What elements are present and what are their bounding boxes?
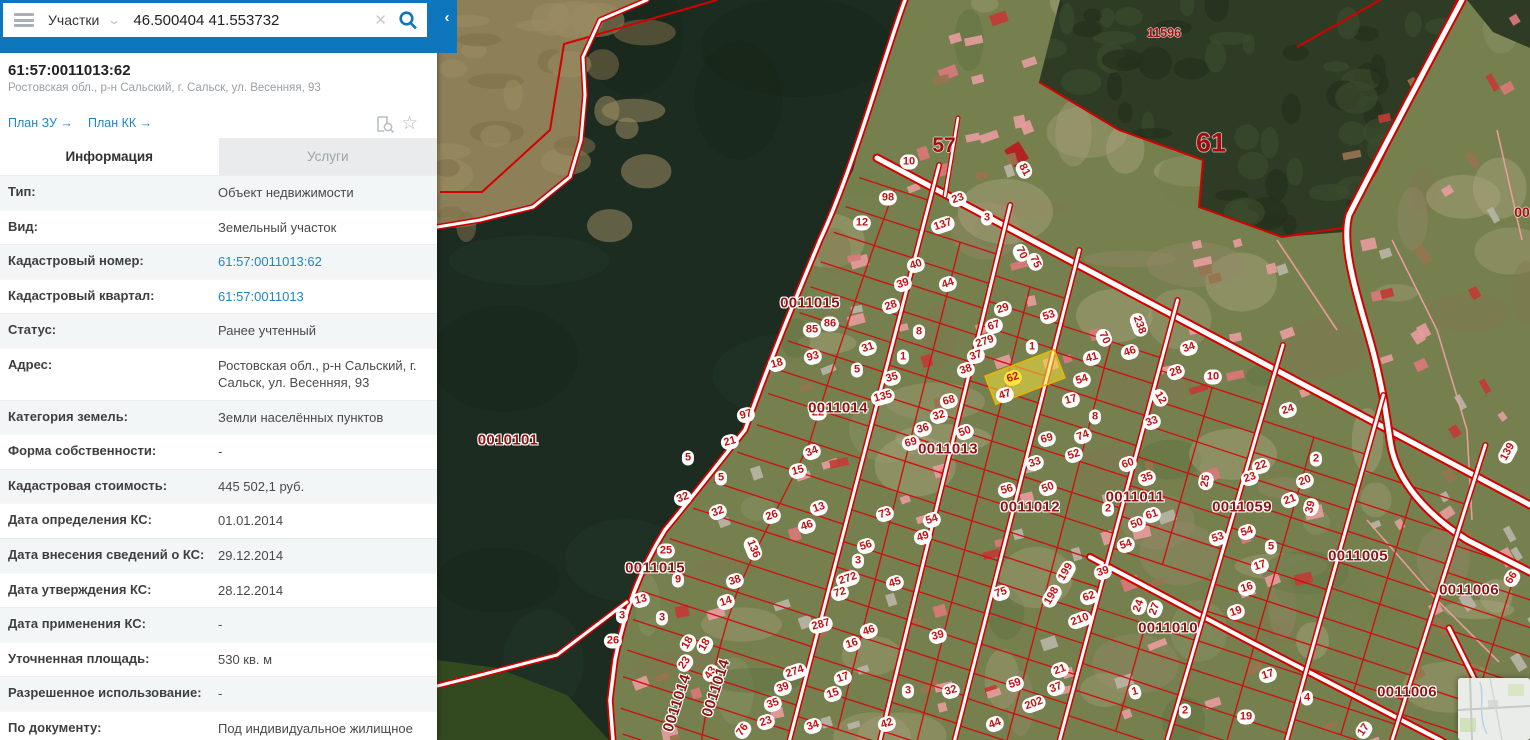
info-row-label: Тип: bbox=[8, 184, 36, 199]
document-search-icon[interactable] bbox=[375, 114, 395, 139]
info-row-label: Дата утверждения КС: bbox=[8, 581, 152, 597]
info-row: Уточненная площадь: 530 кв. м bbox=[0, 641, 437, 677]
tab-information[interactable]: Информация bbox=[0, 138, 219, 175]
info-row-value-link[interactable]: 61:57:0011013 bbox=[210, 280, 437, 314]
info-row: Кадастровый квартал: 61:57:0011013 bbox=[0, 278, 437, 314]
info-row-label: Статус: bbox=[8, 322, 57, 338]
info-row: Вид: Земельный участок bbox=[0, 209, 437, 245]
info-row: Форма собственности: - bbox=[0, 434, 437, 469]
info-row-label: Дата внесения сведений о КС: bbox=[8, 547, 205, 563]
overview-minimap[interactable] bbox=[1458, 678, 1530, 740]
info-row: Дата применения КС: - bbox=[0, 607, 437, 642]
plan-links-row: План ЗУ → План КК → ☆ bbox=[0, 112, 437, 138]
info-row-value: Под индивидуальное жилищное строительств… bbox=[218, 720, 413, 740]
info-row-value-link[interactable]: 61:57:0011013:62 bbox=[210, 245, 437, 279]
info-panel: 61:57:0011013:62 Ростовская обл., р-н Са… bbox=[0, 0, 437, 740]
info-row-value: 29.12.2014 bbox=[218, 548, 284, 564]
info-row: Дата внесения сведений о КС: 29.12.2014 bbox=[0, 538, 437, 573]
plan-kk-link[interactable]: План КК → bbox=[88, 116, 152, 130]
cadastral-map-app: 10 98 12 23 137 3 81 70 75 86 85 93 18 40 39 44 28 8 31 1 5 3… bbox=[0, 0, 1530, 740]
object-title: 61:57:0011013:62 bbox=[8, 62, 131, 79]
info-row: Разрешенное использование: - bbox=[0, 676, 437, 711]
info-row-value: 01.01.2014 bbox=[218, 513, 284, 529]
search-input[interactable] bbox=[131, 10, 375, 30]
info-row-label: Разрешенное использование: bbox=[8, 685, 202, 701]
info-row-label: Кадастровый квартал: bbox=[8, 287, 155, 303]
info-row-label: Дата определения КС: bbox=[8, 512, 152, 528]
info-row-label: Дата применения КС: bbox=[8, 616, 146, 632]
info-row-value: - bbox=[218, 617, 223, 633]
info-row: Кадастровая стоимость: 445 502,1 руб. bbox=[0, 468, 437, 504]
info-row-value: Ранее учтенный bbox=[218, 323, 316, 339]
search-category-selector[interactable]: Участки bbox=[48, 12, 99, 28]
info-row-label: Вид: bbox=[8, 218, 38, 234]
clear-x-icon[interactable]: ✕ bbox=[374, 11, 387, 29]
info-row: Статус: Ранее учтенный bbox=[0, 313, 437, 348]
info-row-value: Земельный участок bbox=[218, 219, 337, 235]
map-canvas[interactable]: 10 98 12 23 137 3 81 70 75 86 85 93 18 40 39 44 28 8 31 1 5 3… bbox=[437, 0, 1530, 740]
info-row-label: Уточненная площадь: bbox=[8, 650, 150, 666]
collapse-panel-icon[interactable]: ‹ bbox=[437, 0, 457, 53]
info-row-label: Категория земель: bbox=[8, 408, 129, 424]
info-row-value: 530 кв. м bbox=[218, 651, 273, 667]
star-icon[interactable]: ☆ bbox=[401, 112, 418, 135]
map-base bbox=[437, 0, 1530, 740]
info-row-label: Кадастровая стоимость: bbox=[8, 477, 168, 493]
info-row-value: - bbox=[218, 444, 223, 460]
info-row-value: 28.12.2014 bbox=[218, 582, 284, 598]
info-row: Кадастровый номер: 61:57:0011013:62 bbox=[0, 244, 437, 279]
info-row-label: Кадастровый номер: bbox=[8, 253, 144, 269]
search-header: Участки ⌄ ✕ bbox=[0, 0, 457, 53]
object-header: 61:57:0011013:62 Ростовская обл., р-н Са… bbox=[0, 53, 437, 94]
info-row: Дата утверждения КС: 28.12.2014 bbox=[0, 572, 437, 608]
info-row-value: 445 502,1 руб. bbox=[218, 478, 305, 494]
tab-bar: Информация Услуги bbox=[0, 138, 437, 175]
info-row-label: Форма собственности: bbox=[8, 443, 157, 459]
info-row: По документу: Под индивидуальное жилищное… bbox=[0, 710, 437, 740]
search-magnifier-icon[interactable] bbox=[397, 9, 419, 31]
search-box: Участки ⌄ ✕ bbox=[3, 3, 427, 37]
tab-services[interactable]: Услуги bbox=[218, 138, 437, 175]
info-row: Тип: Объект недвижимости bbox=[0, 175, 437, 210]
chevron-down-icon[interactable]: ⌄ bbox=[107, 13, 121, 27]
info-table: Тип: Объект недвижимости Вид: Земельный уча… bbox=[0, 175, 437, 740]
info-row-value: - bbox=[218, 686, 223, 702]
plan-zu-link[interactable]: План ЗУ → bbox=[8, 116, 73, 130]
info-row-label: Адрес: bbox=[8, 356, 53, 372]
info-row-value: Ростовская обл., р-н Сальский, г. Сальск… bbox=[218, 357, 417, 391]
info-row-value: Земли населённых пунктов bbox=[218, 409, 384, 425]
info-row: Категория земель: Земли населённых пункто… bbox=[0, 399, 437, 435]
info-row-label: По документу: bbox=[8, 719, 102, 735]
object-address-subtitle: Ростовская обл., р-н Сальский, г. Сальск… bbox=[8, 82, 321, 94]
info-row: Адрес: Ростовская обл., р-н Сальский, г. … bbox=[0, 347, 437, 400]
info-row-value: Объект недвижимости bbox=[218, 185, 354, 200]
hamburger-menu-icon[interactable] bbox=[14, 13, 34, 27]
info-row: Дата определения КС: 01.01.2014 bbox=[0, 503, 437, 539]
